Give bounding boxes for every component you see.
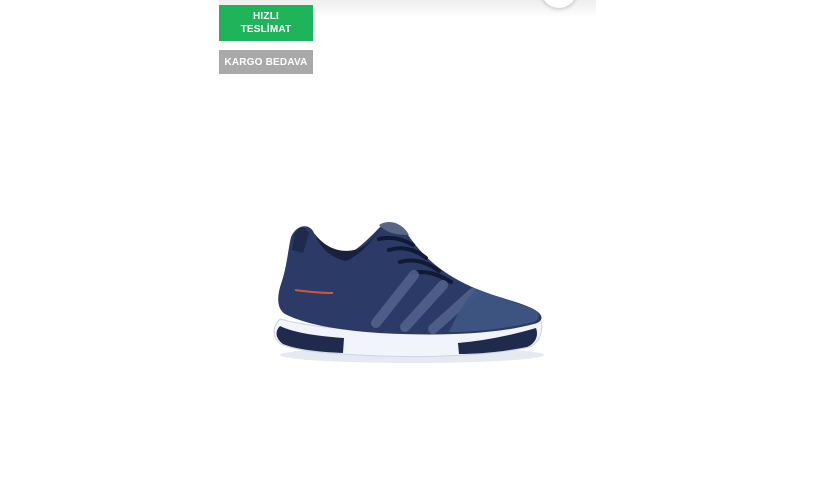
- free-shipping-badge: KARGO BEDAVA: [219, 50, 313, 74]
- sneaker-image[interactable]: [262, 215, 552, 365]
- fast-delivery-line2: TESLİMAT: [240, 24, 292, 35]
- product-gallery-screen: HIZLI TESLİMAT KARGO BEDAVA: [0, 0, 816, 480]
- fast-delivery-badge: HIZLI TESLİMAT: [219, 5, 313, 41]
- free-shipping-label: KARGO BEDAVA: [224, 56, 308, 68]
- fast-delivery-line1: HIZLI: [252, 11, 279, 22]
